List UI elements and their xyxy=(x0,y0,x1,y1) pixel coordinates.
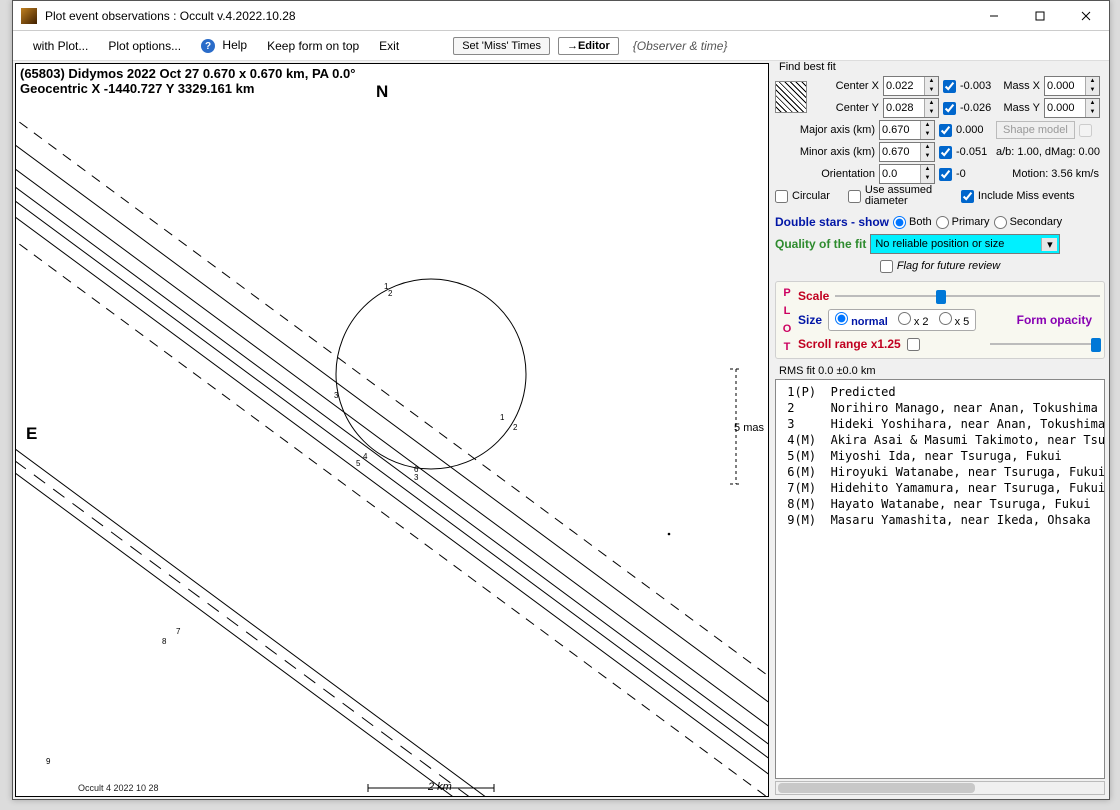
circular-label: Circular xyxy=(792,190,830,202)
major-axis-delta: 0.000 xyxy=(956,124,992,136)
mass-y-spinner[interactable]: ▲▼ xyxy=(1044,98,1100,118)
assumed-diameter-label: Use assumed diameter xyxy=(865,185,935,207)
observer-list[interactable]: 1(P) Predicted 2 Norihiro Manago, near A… xyxy=(775,379,1105,779)
plot-canvas[interactable]: (65803) Didymos 2022 Oct 27 0.670 x 0.67… xyxy=(15,63,769,797)
plot-scale-label: Scale xyxy=(798,289,829,303)
motion-label: Motion: 3.56 km/s xyxy=(1012,168,1099,180)
svg-text:2: 2 xyxy=(513,423,518,432)
size-x2[interactable]: x 2 xyxy=(898,312,929,328)
shape-model-button[interactable]: Shape model xyxy=(996,121,1075,139)
assumed-diameter-check[interactable] xyxy=(848,190,861,203)
quality-dropdown[interactable]: No reliable position or size ▾ xyxy=(870,234,1060,254)
plot-options-box: P L O T Scale Size xyxy=(775,281,1105,359)
center-x-label: Center X xyxy=(815,80,879,92)
orientation-delta: -0 xyxy=(956,168,992,180)
double-stars-label: Double stars - show xyxy=(775,215,889,229)
radio-both[interactable]: Both xyxy=(893,216,932,229)
svg-text:5: 5 xyxy=(356,459,361,468)
svg-text:3: 3 xyxy=(414,473,419,482)
menu-plot-options[interactable]: Plot options... xyxy=(98,35,191,57)
menu-help[interactable]: ? Help xyxy=(191,34,257,58)
ab-dmag-note: a/b: 1.00, dMag: 0.00 xyxy=(996,146,1100,158)
mass-y-label: Mass Y xyxy=(1000,102,1040,114)
app-icon xyxy=(21,8,37,24)
orientation-spinner[interactable]: ▲▼ xyxy=(879,164,935,184)
size-x5[interactable]: x 5 xyxy=(939,312,970,328)
svg-text:1: 1 xyxy=(500,413,505,422)
svg-text:7: 7 xyxy=(176,627,181,636)
shape-model-check xyxy=(1079,124,1092,137)
find-best-fit-label: Find best fit xyxy=(779,61,1105,73)
radio-secondary[interactable]: Secondary xyxy=(994,216,1063,229)
orientation-check[interactable] xyxy=(939,168,952,181)
close-button[interactable] xyxy=(1063,1,1109,30)
mass-x-label: Mass X xyxy=(1000,80,1040,92)
menu-keep-on-top[interactable]: Keep form on top xyxy=(257,35,369,57)
menu-help-label: Help xyxy=(222,38,247,52)
svg-text:4: 4 xyxy=(363,452,368,461)
major-axis-spinner[interactable]: ▲▼ xyxy=(879,120,935,140)
svg-text:8: 8 xyxy=(162,637,167,646)
rms-fit-label: RMS fit 0.0 ±0.0 km xyxy=(779,365,1105,377)
chevron-down-icon: ▾ xyxy=(1041,238,1057,251)
form-opacity-label: Form opacity xyxy=(1017,313,1092,327)
include-miss-label: Include Miss events xyxy=(978,190,1075,202)
minor-axis-spinner[interactable]: ▲▼ xyxy=(879,142,935,162)
radio-primary[interactable]: Primary xyxy=(936,216,990,229)
set-miss-times-button[interactable]: Set 'Miss' Times xyxy=(453,37,550,55)
flag-review-check[interactable] xyxy=(880,260,893,273)
circular-check[interactable] xyxy=(775,190,788,203)
include-miss-check[interactable] xyxy=(961,190,974,203)
plot-svg: 1 2 3 1 2 4 5 6 3 7 8 9 xyxy=(16,64,769,797)
window-title: Plot event observations : Occult v.4.202… xyxy=(45,9,971,23)
content-area: (65803) Didymos 2022 Oct 27 0.670 x 0.67… xyxy=(13,61,1109,799)
minor-axis-label: Minor axis (km) xyxy=(775,146,875,158)
major-axis-label: Major axis (km) xyxy=(775,124,875,136)
maximize-button[interactable] xyxy=(1017,1,1063,30)
center-x-spinner[interactable]: ▲▼ xyxy=(883,76,939,96)
svg-text:3: 3 xyxy=(334,391,339,400)
center-y-delta: -0.026 xyxy=(960,102,996,114)
center-x-check[interactable] xyxy=(943,80,956,93)
minimize-button[interactable] xyxy=(971,1,1017,30)
quality-label: Quality of the fit xyxy=(775,237,866,251)
opacity-slider[interactable] xyxy=(990,336,1100,352)
major-axis-check[interactable] xyxy=(939,124,952,137)
svg-text:2: 2 xyxy=(388,289,393,298)
center-y-label: Center Y xyxy=(815,102,879,114)
editor-button[interactable]: →Editor xyxy=(558,37,619,55)
orientation-label: Orientation xyxy=(775,168,875,180)
minor-axis-check[interactable] xyxy=(939,146,952,159)
scroll-range-check[interactable] xyxy=(907,338,920,351)
center-x-delta: -0.003 xyxy=(960,80,996,92)
right-panel: Find best fit Center X ▲▼ -0.003 Mass X … xyxy=(771,61,1109,799)
center-y-check[interactable] xyxy=(943,102,956,115)
svg-text:9: 9 xyxy=(46,757,51,766)
center-y-spinner[interactable]: ▲▼ xyxy=(883,98,939,118)
quality-value: No reliable position or size xyxy=(875,238,1004,250)
plot-scale-slider[interactable] xyxy=(835,288,1100,304)
menubar: with Plot... Plot options... ? Help Keep… xyxy=(13,31,1109,61)
minor-axis-delta: -0.051 xyxy=(956,146,992,158)
plot-size-label: Size xyxy=(798,313,822,327)
observer-time-legend: {Observer & time} xyxy=(633,39,728,53)
menu-exit[interactable]: Exit xyxy=(369,35,409,57)
app-window: Plot event observations : Occult v.4.202… xyxy=(12,0,1110,800)
size-normal[interactable]: normal xyxy=(835,312,888,328)
mass-x-spinner[interactable]: ▲▼ xyxy=(1044,76,1100,96)
observer-list-hscroll[interactable] xyxy=(775,781,1105,795)
find-fit-button[interactable] xyxy=(775,81,807,113)
menu-with-plot[interactable]: with Plot... xyxy=(23,35,98,57)
flag-review-label: Flag for future review xyxy=(897,260,1000,272)
scroll-range-label: Scroll range x1.25 xyxy=(798,337,901,351)
titlebar: Plot event observations : Occult v.4.202… xyxy=(13,1,1109,31)
help-icon: ? xyxy=(201,39,215,53)
